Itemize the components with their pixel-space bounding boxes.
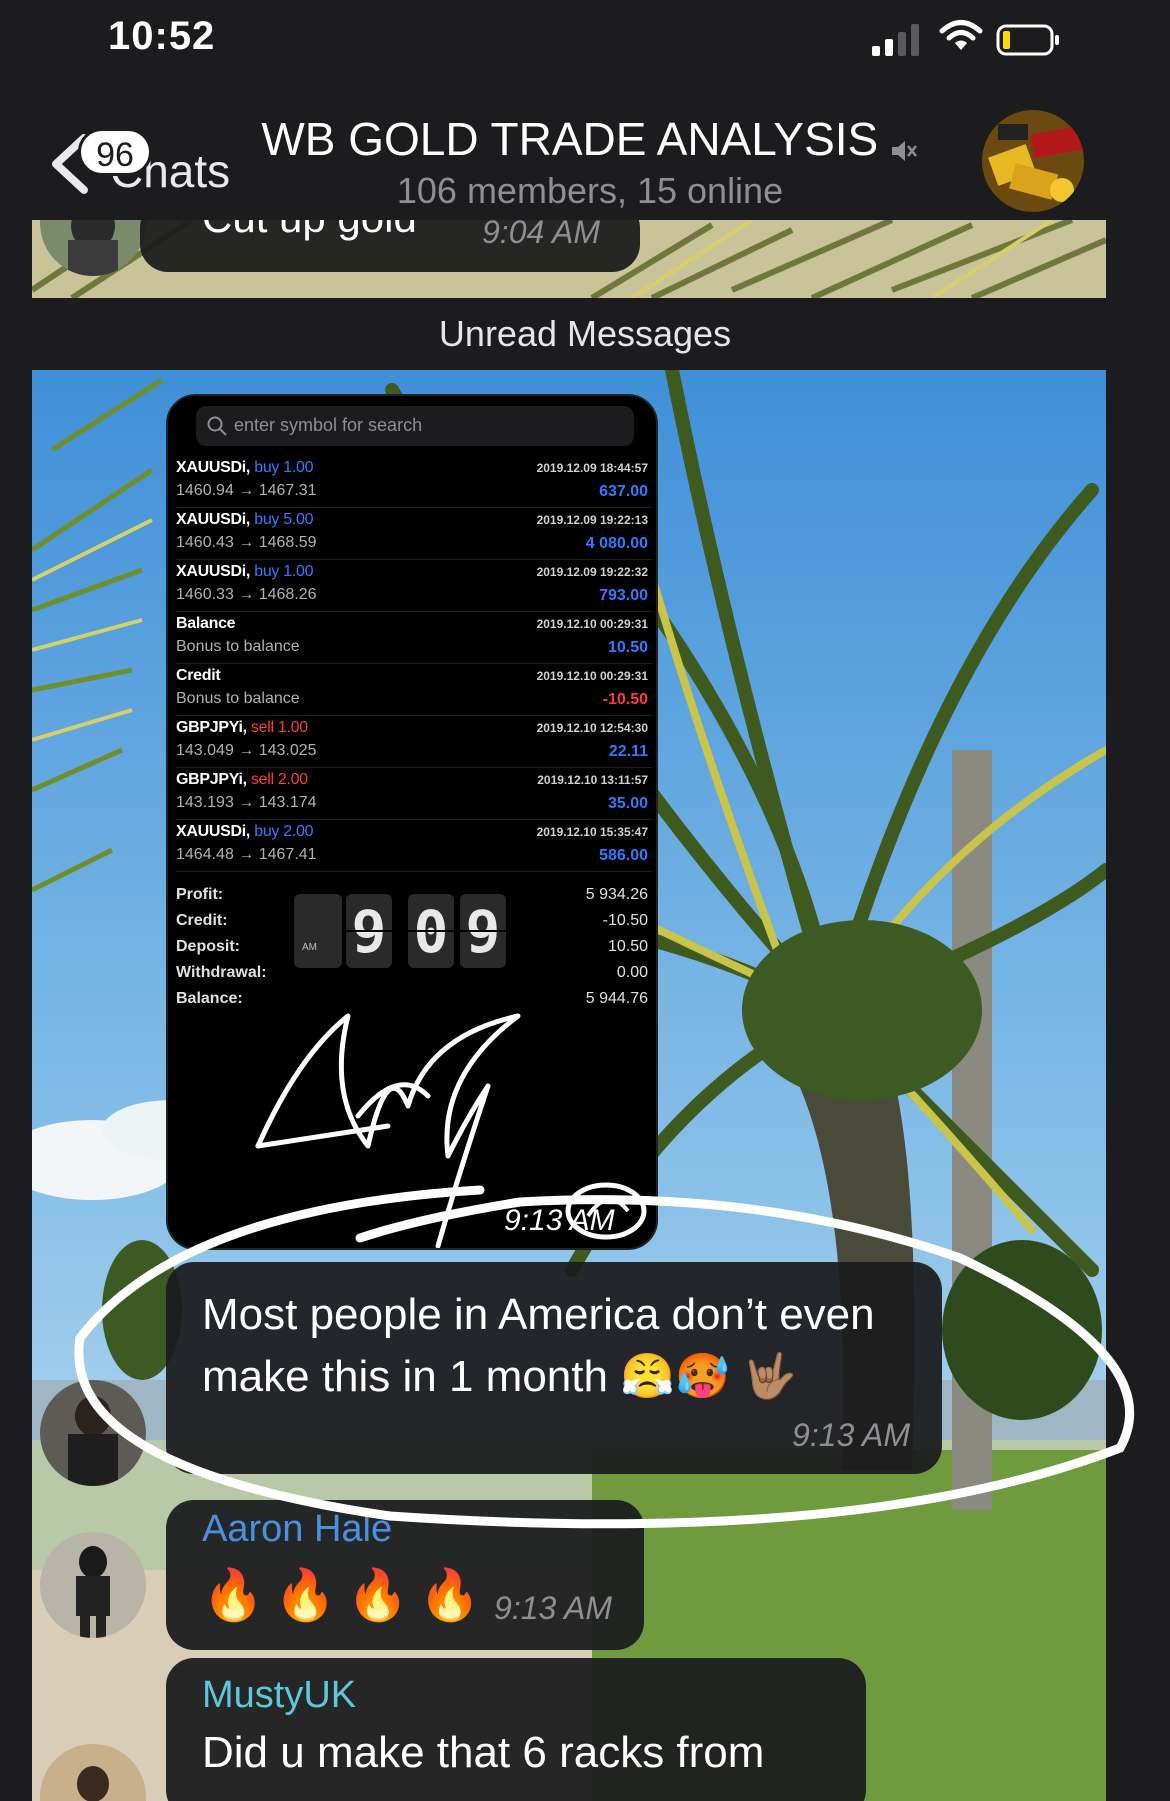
deal-symbol: Credit <box>176 667 221 684</box>
deal-time: 2019.12.09 19:22:32 <box>536 565 648 579</box>
deal-symbol: GBPJPYi, <box>176 719 247 736</box>
summary-label: Credit: <box>176 912 228 929</box>
deal-profit: 35.00 <box>607 795 648 812</box>
deal-time: 2019.12.10 00:29:31 <box>536 669 648 683</box>
deal-time: 2019.12.09 18:44:57 <box>536 461 648 475</box>
deal-symbol: XAUUSDi, <box>176 459 251 476</box>
muted-icon <box>891 140 917 161</box>
message-emoji: 🔥🔥🔥🔥 <box>202 1567 492 1623</box>
flip-clock-sticker: AM 9 0 9 <box>294 894 506 970</box>
deal-action: sell 2.00 <box>250 771 308 788</box>
group-avatar[interactable] <box>982 110 1084 212</box>
deal-profit: 586.00 <box>599 847 648 864</box>
deal-row: Credit Bonus to balance 2019.12.10 00:29… <box>176 664 652 716</box>
wifi-icon <box>939 20 983 50</box>
deal-prices: 143.193 → 143.174 <box>176 794 317 811</box>
summary-label: Profit: <box>176 886 224 903</box>
deal-row: XAUUSDi, buy 1.00 1460.94 → 1467.31 2019… <box>176 456 652 508</box>
deal-row: XAUUSDi, buy 1.00 1460.33 → 1468.26 2019… <box>176 560 652 612</box>
deal-prices: Bonus to balance <box>176 638 300 655</box>
search-placeholder: enter symbol for search <box>234 415 423 435</box>
summary-value: 10.50 <box>607 938 648 955</box>
message-bubble[interactable]: Most people in America don’t even make t… <box>166 1262 942 1474</box>
summary-value: 5 934.26 <box>585 886 648 903</box>
summary-label: Balance: <box>176 990 243 1007</box>
deal-prices: 1460.94 → 1467.31 <box>176 482 317 499</box>
sender-name[interactable]: Aaron Hale <box>202 1508 392 1551</box>
summary-label: Withdrawal: <box>176 964 267 981</box>
deal-profit: 22.11 <box>608 743 648 760</box>
message-time: 9:13 AM <box>792 1417 910 1453</box>
deal-row: XAUUSDi, buy 5.00 1460.43 → 1468.59 2019… <box>176 508 652 560</box>
chat-members-status: 106 members, 15 online <box>396 170 784 211</box>
deal-profit: 637.00 <box>599 483 648 500</box>
deal-profit: 10.50 <box>607 639 648 656</box>
deal-symbol: XAUUSDi, <box>176 511 251 528</box>
message-text: Did u make that 6 racks from <box>202 1728 765 1777</box>
deal-action: sell 1.00 <box>250 719 308 736</box>
clock-digit: 9 <box>346 894 392 968</box>
summary-label: Deposit: <box>176 938 240 955</box>
deal-time: 2019.12.09 19:22:13 <box>536 513 648 527</box>
battery-icon <box>996 24 1059 56</box>
deal-row: GBPJPYi, sell 1.00 143.049 → 143.025 201… <box>176 716 652 768</box>
status-bar: 10:52 <box>0 0 1170 80</box>
cellular-signal-icon <box>872 24 919 56</box>
status-time: 10:52 <box>108 14 216 58</box>
deal-time: 2019.12.10 12:54:30 <box>536 721 648 735</box>
message-bubble[interactable]: Aaron Hale 🔥🔥🔥🔥 9:13 AM <box>166 1500 644 1650</box>
deal-prices: 143.049 → 143.025 <box>176 742 317 759</box>
sender-avatar[interactable] <box>40 1532 146 1638</box>
summary-value: -10.50 <box>602 912 648 929</box>
deal-prices: Bonus to balance <box>176 690 300 707</box>
unread-count-badge: 96 <box>78 128 152 176</box>
message-time: 9:13 AM <box>504 1204 615 1237</box>
clock-digit: 0 <box>408 894 454 968</box>
deal-symbol: Balance <box>176 615 236 632</box>
deal-time: 2019.12.10 00:29:31 <box>536 617 648 631</box>
symbol-search-field: enter symbol for search <box>196 406 634 446</box>
trade-history-screenshot[interactable]: enter symbol for search XAUUSDi, buy 1.0… <box>166 394 658 1250</box>
clock-ampm: AM <box>294 894 342 968</box>
deal-row: Balance Bonus to balance 2019.12.10 00:2… <box>176 612 652 664</box>
deal-time: 2019.12.10 13:11:57 <box>537 773 648 787</box>
deal-action: buy 5.00 <box>254 511 314 528</box>
deal-symbol: GBPJPYi, <box>176 771 247 788</box>
message-text: Most people in America don’t even make t… <box>202 1290 875 1401</box>
deal-row: GBPJPYi, sell 2.00 143.193 → 143.174 201… <box>176 768 652 820</box>
deal-action: buy 1.00 <box>254 563 314 580</box>
deal-profit: 793.00 <box>599 587 648 604</box>
back-to-chats-button[interactable]: Chats 96 <box>48 122 278 202</box>
message-bubble[interactable]: MustyUK Did u make that 6 racks from <box>166 1658 866 1801</box>
deal-row: XAUUSDi, buy 2.00 1464.48 → 1467.41 2019… <box>176 820 652 872</box>
clock-digit: 9 <box>460 894 506 968</box>
message-time: 9:13 AM <box>494 1590 612 1626</box>
chat-title-area[interactable]: WB GOLD TRADE ANALYSIS <box>250 112 930 166</box>
sender-avatar[interactable] <box>40 1380 146 1486</box>
deal-prices: 1460.43 → 1468.59 <box>176 534 317 551</box>
deal-symbol: XAUUSDi, <box>176 563 251 580</box>
deal-prices: 1464.48 → 1467.41 <box>176 846 317 863</box>
sender-name[interactable]: MustyUK <box>202 1674 356 1717</box>
deal-prices: 1460.33 → 1468.26 <box>176 586 317 603</box>
chat-title: WB GOLD TRADE ANALYSIS <box>261 113 879 165</box>
unread-messages-divider: Unread Messages <box>0 298 1170 370</box>
chat-header: Chats 96 WB GOLD TRADE ANALYSIS 106 memb… <box>0 80 1170 220</box>
deal-action: buy 2.00 <box>254 823 314 840</box>
deal-time: 2019.12.10 15:35:47 <box>536 825 648 839</box>
deal-profit: 4 080.00 <box>585 535 648 552</box>
summary-value: 0.00 <box>616 964 648 981</box>
deal-action: buy 1.00 <box>254 459 314 476</box>
deal-symbol: XAUUSDi, <box>176 823 251 840</box>
deal-profit: -10.50 <box>602 691 648 708</box>
search-icon <box>207 416 227 436</box>
